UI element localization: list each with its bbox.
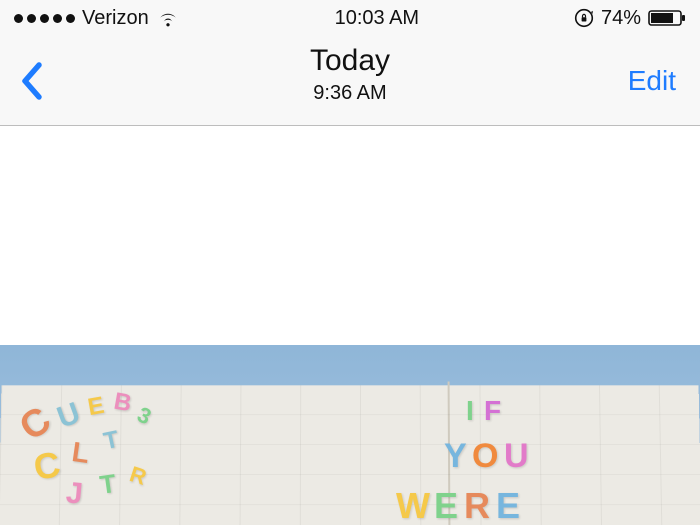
status-right-cluster: 74% [574,7,686,30]
photo-viewer[interactable]: CUE B3 CLT JTR IF YOU WERE [0,126,700,525]
chevron-left-icon [20,61,44,101]
battery-percent: 74% [601,7,641,30]
status-left-cluster: Verizon [14,7,180,30]
cellular-signal-icon [14,14,75,23]
nav-bar: Today 9:36 AM Edit [0,36,700,126]
status-bar: Verizon 10:03 AM 74% [0,0,700,36]
nav-subtitle: 9:36 AM [313,82,386,105]
carrier-label: Verizon [82,7,149,30]
nav-title: Today [310,44,390,78]
edit-button[interactable]: Edit [624,57,680,105]
rotation-lock-icon [574,8,594,28]
nav-title-group: Today 9:36 AM [0,44,700,105]
back-button[interactable] [20,51,64,111]
clock: 10:03 AM [335,7,420,30]
battery-icon [648,9,686,27]
building-wall [0,385,700,525]
photo[interactable]: CUE B3 CLT JTR IF YOU WERE [0,345,700,525]
wifi-icon [156,9,180,27]
